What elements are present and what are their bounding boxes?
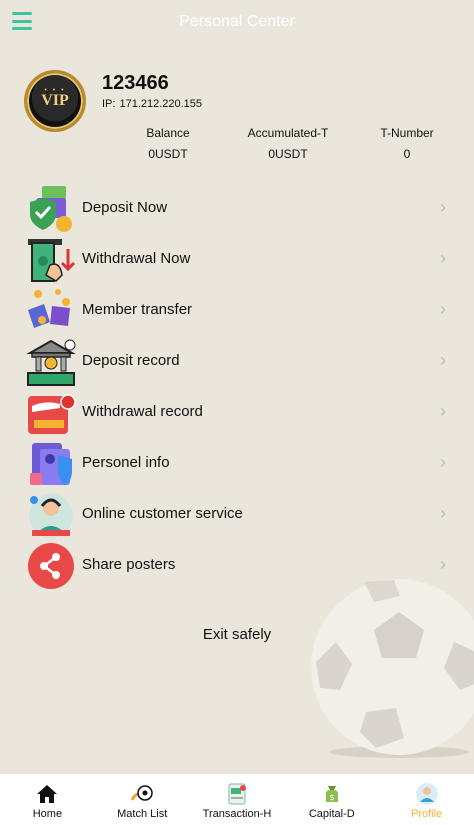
exit-button[interactable]: Exit safely — [0, 626, 474, 643]
tab-match-list[interactable]: Match List — [95, 774, 190, 825]
withdrawal-icon — [28, 239, 76, 282]
tab-label: Home — [32, 808, 63, 820]
menu-item-customer-service[interactable]: Online customer service › — [0, 488, 474, 539]
stat-value: 0 — [403, 147, 411, 161]
deposit-icon — [30, 186, 72, 232]
menu-list: Deposit Now › Withdrawal Now › Member tr… — [0, 182, 474, 590]
ball-icon — [130, 785, 153, 801]
menu-item-label: Member transfer — [82, 301, 193, 318]
header: Personal Center — [0, 0, 474, 44]
person-icon — [415, 783, 438, 805]
account-stats: Balance 0USDT Accumulated-T 0USDT T-Numb… — [0, 126, 474, 164]
stat-label: T-Number — [380, 126, 434, 140]
menu-item-deposit-record[interactable]: Deposit record › — [0, 335, 474, 386]
profile-card-icon — [30, 443, 72, 485]
tab-label: Match List — [117, 808, 168, 820]
menu-item-withdrawal-now[interactable]: Withdrawal Now › — [0, 233, 474, 284]
chevron-right-icon: › — [440, 197, 446, 217]
ip-address: IP: 171.212.220.155 — [102, 98, 202, 110]
tab-capital-d[interactable]: $ Capital-D — [284, 774, 379, 825]
menu-item-label: Deposit record — [82, 352, 180, 369]
page-title: Personal Center — [179, 13, 295, 30]
bank-icon — [26, 339, 76, 386]
soccer-ball-decoration-icon — [311, 579, 474, 758]
wallet-icon — [28, 394, 76, 434]
transaction-icon — [228, 783, 246, 805]
tab-label: Profile — [410, 808, 443, 820]
stat-label: Balance — [146, 126, 190, 140]
stat-value: 0USDT — [268, 147, 308, 161]
tab-home[interactable]: Home — [0, 774, 95, 825]
menu-item-deposit-now[interactable]: Deposit Now › — [0, 182, 474, 233]
stat-accumulated: Accumulated-T 0USDT — [228, 126, 348, 161]
menu-item-label: Withdrawal record — [82, 403, 203, 420]
tab-transaction-h[interactable]: Transaction-H — [190, 774, 285, 825]
ip-value: 171.212.220.155 — [119, 98, 203, 110]
svg-text:$: $ — [329, 793, 334, 802]
chevron-right-icon: › — [440, 299, 446, 319]
share-icon — [28, 543, 74, 589]
menu-item-label: Withdrawal Now — [82, 250, 191, 267]
vip-badge-text: VIP — [41, 92, 69, 109]
chevron-right-icon: › — [440, 401, 446, 421]
money-bag-icon: $ — [325, 786, 338, 802]
vip-badge-icon: • • • VIP — [24, 70, 86, 132]
menu-item-personel-info[interactable]: Personel info › — [0, 437, 474, 488]
username: 123466 — [102, 72, 169, 94]
stat-label: Accumulated-T — [247, 126, 329, 140]
chevron-right-icon: › — [440, 452, 446, 472]
stat-value: 0USDT — [148, 147, 188, 161]
tab-label: Capital-D — [308, 808, 355, 820]
menu-item-label: Deposit Now — [82, 199, 168, 216]
tab-label: Transaction-H — [202, 808, 272, 820]
stat-t-number: T-Number 0 — [367, 126, 447, 161]
transfer-icon — [28, 289, 70, 328]
support-agent-icon — [29, 494, 73, 538]
ip-label: IP: — [102, 98, 116, 110]
menu-item-label: Share posters — [82, 556, 176, 573]
menu-item-member-transfer[interactable]: Member transfer › — [0, 284, 474, 335]
tab-profile[interactable]: Profile — [379, 774, 474, 825]
chevron-right-icon: › — [440, 248, 446, 268]
menu-item-withdrawal-record[interactable]: Withdrawal record › — [0, 386, 474, 437]
stat-balance: Balance 0USDT — [128, 126, 208, 161]
bottom-tab-bar: Home Match List Transaction-H $ Capital-… — [0, 773, 474, 825]
home-icon — [37, 785, 58, 803]
menu-item-label: Personel info — [82, 454, 170, 471]
chevron-right-icon: › — [440, 350, 446, 370]
chevron-right-icon: › — [440, 503, 446, 523]
menu-item-label: Online customer service — [82, 505, 243, 522]
hamburger-icon[interactable] — [12, 12, 32, 30]
